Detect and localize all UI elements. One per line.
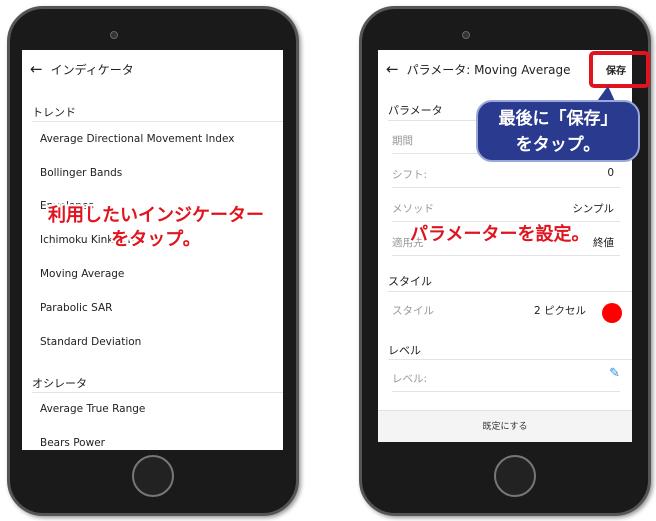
annotation: パラメーターを設定。: [410, 224, 590, 245]
method-select[interactable]: シンプル: [572, 201, 614, 216]
pencil-icon[interactable]: ✎: [609, 366, 620, 381]
section-oscillator: オシレータ: [32, 377, 87, 390]
divider: [32, 121, 283, 122]
period-label: 期間: [392, 135, 413, 147]
list-item[interactable]: Parabolic SAR: [40, 302, 112, 314]
apply-to-select[interactable]: 終値: [593, 235, 614, 250]
page-title: パラメータ: Moving Average: [406, 62, 571, 77]
reset-default-button[interactable]: 既定にする: [378, 410, 632, 442]
callout: 最後に「保存」 をタップ。: [476, 100, 640, 162]
section-levels: レベル: [388, 344, 421, 357]
list-item[interactable]: Moving Average: [40, 268, 124, 280]
divider: [392, 391, 620, 392]
page-title: インディケータ: [50, 62, 134, 77]
divider: [392, 255, 620, 256]
back-arrow-icon[interactable]: ←: [386, 60, 399, 78]
section-style: スタイル: [388, 275, 432, 288]
levels-label: レベル:: [392, 373, 428, 385]
header: ← インディケータ: [22, 50, 283, 88]
camera: [462, 31, 470, 39]
style-select[interactable]: 2 ピクセル: [534, 303, 586, 318]
list-item[interactable]: Average True Range: [40, 403, 145, 415]
save-highlight: [589, 51, 650, 88]
annotation: 利用したいインジケーター をタップ。: [48, 205, 264, 250]
shift-input[interactable]: 0: [607, 167, 614, 179]
list-item[interactable]: Average Directional Movement Index: [40, 133, 234, 145]
shift-label: シフト:: [392, 169, 428, 181]
list-item[interactable]: Bollinger Bands: [40, 167, 122, 179]
divider: [32, 392, 283, 393]
home-button[interactable]: [132, 455, 174, 497]
back-arrow-icon[interactable]: ←: [30, 60, 43, 78]
list-item[interactable]: Standard Deviation: [40, 336, 141, 348]
color-swatch[interactable]: [602, 303, 622, 323]
divider: [392, 187, 620, 188]
section-trend: トレンド: [32, 106, 76, 119]
style-label: スタイル: [392, 305, 434, 317]
home-button[interactable]: [494, 455, 536, 497]
camera: [110, 31, 118, 39]
method-label: メソッド: [392, 203, 434, 215]
list-item[interactable]: Bears Power: [40, 437, 105, 449]
divider: [388, 359, 632, 360]
divider: [388, 291, 632, 292]
